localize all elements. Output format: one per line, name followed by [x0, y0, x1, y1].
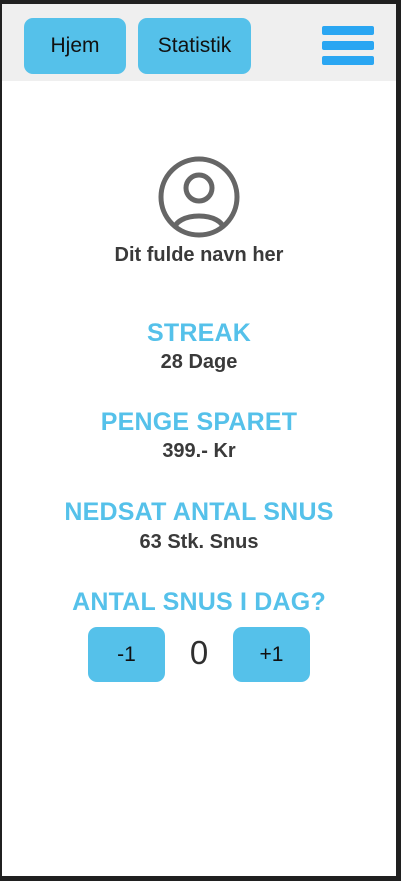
menu-bar-middle	[322, 41, 374, 50]
user-circle-icon	[158, 156, 240, 238]
hamburger-menu-icon[interactable]	[322, 24, 374, 68]
streak-label: STREAK	[147, 319, 251, 347]
home-button[interactable]: Hjem	[24, 18, 126, 74]
decrement-button[interactable]: -1	[88, 627, 165, 682]
snus-today-count: 0	[189, 634, 209, 671]
statistics-button[interactable]: Statistik	[138, 18, 251, 74]
streak-value: 28 Dage	[160, 351, 238, 373]
money-saved-label: PENGE SPARET	[100, 408, 298, 436]
menu-bar-bottom	[322, 56, 374, 65]
increment-button[interactable]: +1	[233, 627, 310, 682]
reduced-snus-value: 63 Stk. Snus	[139, 531, 259, 553]
menu-bar-top	[322, 26, 374, 35]
reduced-snus-label: NEDSAT ANTAL SNUS	[64, 498, 334, 526]
profile-name: Dit fulde navn her	[114, 244, 284, 266]
snus-today-question: ANTAL SNUS I DAG?	[72, 588, 326, 616]
money-saved-value: 399.- Kr	[162, 440, 236, 462]
app-frame: Hjem Statistik Dit fulde navn her STREAK…	[2, 4, 396, 876]
top-nav-bar: Hjem Statistik	[2, 4, 396, 81]
